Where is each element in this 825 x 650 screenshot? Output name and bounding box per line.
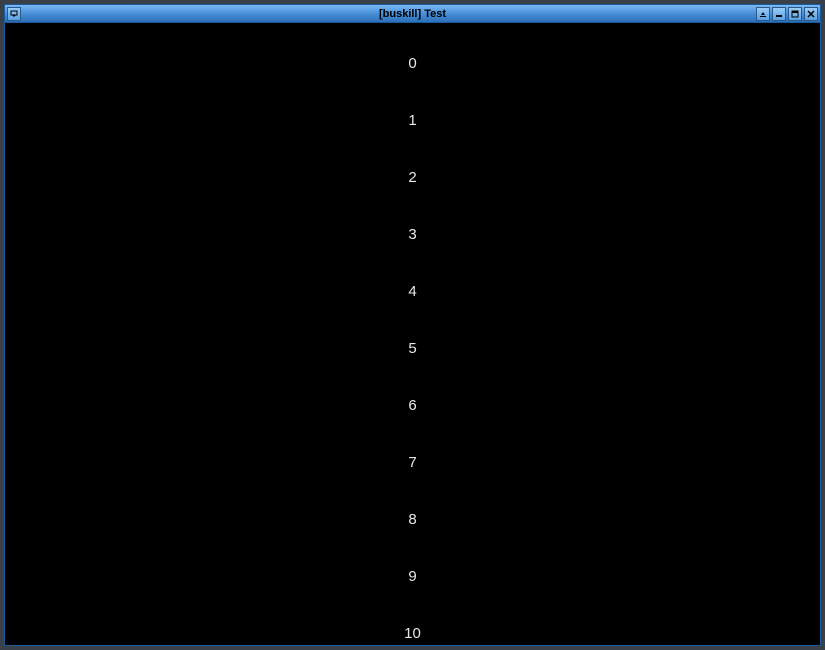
maximize-icon: [791, 10, 799, 18]
app-window: [buskill] Test: [4, 4, 821, 646]
window-title: [buskill] Test: [379, 8, 446, 20]
list-item: 10: [404, 625, 421, 642]
content-area: 0 1 2 3 4 5 6 7 8 9 10: [5, 23, 820, 645]
window-menu-button[interactable]: [7, 7, 21, 21]
close-button[interactable]: [804, 7, 818, 21]
rollup-button[interactable]: [756, 7, 770, 21]
close-icon: [807, 10, 815, 18]
titlebar-right-controls: [756, 7, 820, 21]
titlebar[interactable]: [buskill] Test: [5, 5, 820, 23]
list-item: 2: [408, 169, 416, 186]
list-item: 4: [408, 283, 416, 300]
maximize-button[interactable]: [788, 7, 802, 21]
minimize-icon: [775, 10, 783, 18]
list-item: 7: [408, 454, 416, 471]
rollup-icon: [759, 10, 767, 18]
list-item: 0: [408, 55, 416, 72]
list-item: 1: [408, 112, 416, 129]
list-item: 5: [408, 340, 416, 357]
list-item: 8: [408, 511, 416, 528]
list-item: 9: [408, 568, 416, 585]
titlebar-left-controls: [5, 7, 21, 21]
number-list: 0 1 2 3 4 5 6 7 8 9 10: [404, 55, 421, 642]
list-item: 6: [408, 397, 416, 414]
minimize-button[interactable]: [772, 7, 786, 21]
list-item: 3: [408, 226, 416, 243]
menu-icon: [10, 10, 18, 18]
